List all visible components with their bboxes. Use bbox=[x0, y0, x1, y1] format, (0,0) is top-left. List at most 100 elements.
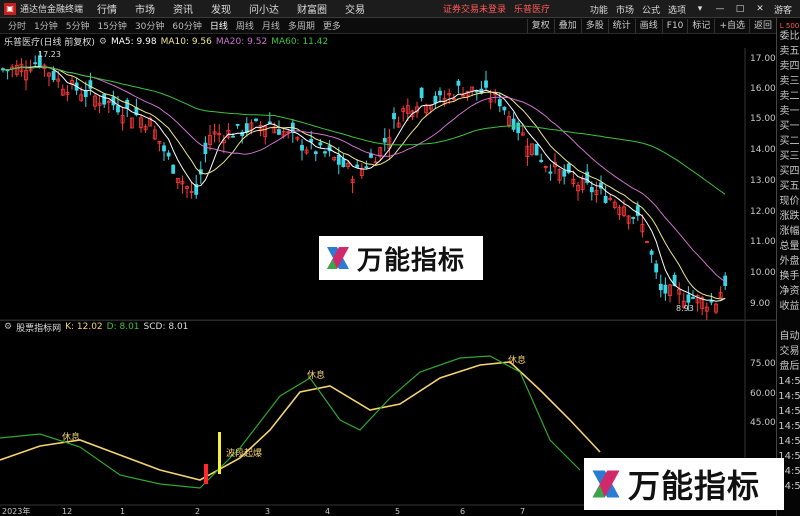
candle-body bbox=[162, 145, 166, 152]
side-panel-field: 买二 bbox=[779, 136, 800, 147]
side-panel-field: 自动 bbox=[779, 331, 800, 342]
side-panel-field: 净资 bbox=[779, 286, 800, 297]
rest-signal-label: 休息 bbox=[508, 354, 526, 366]
candle-body bbox=[709, 300, 714, 303]
price-tick: 11.00 bbox=[750, 237, 776, 247]
candle-body bbox=[539, 159, 544, 163]
candle-body bbox=[511, 118, 516, 130]
candle-body bbox=[373, 161, 378, 164]
side-panel-field: 卖五 bbox=[779, 46, 800, 57]
candle-body bbox=[502, 106, 507, 111]
indicator-title[interactable]: 股票指标网 bbox=[16, 321, 61, 334]
candle-body bbox=[166, 152, 171, 157]
indicator-y-ticks: 75.00 60.00 45.00 bbox=[750, 359, 776, 428]
price-tick: 9.00 bbox=[750, 299, 770, 309]
candle-body bbox=[382, 138, 387, 143]
d-value: D: 8.01 bbox=[106, 322, 140, 332]
side-panel-field: 14:5 bbox=[778, 436, 800, 447]
breakout-signal-label: 波段起爆 bbox=[226, 447, 262, 459]
candle-body bbox=[318, 142, 323, 146]
candle-body bbox=[33, 62, 38, 65]
indicator-panel-header: ⚙ 股票指标网 K: 12.02 D: 8.01 SCD: 8.01 bbox=[0, 320, 776, 334]
price-y-ticks: 17.00 16.00 15.00 14.00 13.00 12.00 11.0… bbox=[750, 54, 776, 309]
candlestick-group bbox=[1, 50, 728, 321]
candle-body bbox=[323, 151, 327, 154]
indicator-tick: 45.00 bbox=[750, 418, 776, 428]
candle-body bbox=[392, 113, 396, 120]
candle-body bbox=[474, 90, 479, 93]
price-tick: 14.00 bbox=[750, 145, 776, 155]
candle-body bbox=[649, 250, 654, 255]
side-panel-field: 交易 bbox=[779, 346, 800, 357]
side-panel-field: 盘后 bbox=[779, 361, 800, 372]
candle-body bbox=[484, 80, 488, 88]
breakout-yellow-bar bbox=[218, 432, 221, 474]
side-panel-field: 卖一 bbox=[779, 106, 800, 117]
side-panel-field: 外盘 bbox=[779, 256, 800, 267]
candle-body bbox=[369, 153, 373, 158]
side-panel-field: 换手 bbox=[779, 271, 800, 282]
candle-body bbox=[663, 284, 668, 294]
price-tick: 17.00 bbox=[750, 54, 776, 64]
side-panel-field: 14:5 bbox=[778, 376, 800, 387]
ma60-line bbox=[3, 66, 726, 195]
candle-body bbox=[267, 121, 272, 124]
watermark-logo-icon bbox=[592, 470, 620, 498]
side-panel-field: 涨跌 bbox=[779, 211, 800, 222]
indicator-lines-group bbox=[0, 355, 601, 489]
candle-body bbox=[516, 122, 521, 134]
x-axis-label: 3 bbox=[265, 507, 270, 516]
watermark-badge: 万能指标 bbox=[319, 236, 483, 280]
candle-body bbox=[203, 142, 208, 154]
candle-body bbox=[171, 164, 176, 174]
side-panel-field: 现价 bbox=[779, 196, 800, 207]
candle-body bbox=[277, 129, 281, 135]
candle-body bbox=[589, 187, 594, 193]
candle-body bbox=[686, 294, 691, 303]
side-panel-field: 收益 bbox=[779, 301, 800, 312]
watermark-logo-icon bbox=[327, 247, 349, 269]
side-panel-field: 买三 bbox=[779, 151, 800, 162]
indicator-tick: 75.00 bbox=[750, 359, 776, 369]
side-panel-field: 14:5 bbox=[778, 421, 800, 432]
side-panel-field: 买一 bbox=[779, 121, 800, 132]
d-line bbox=[0, 355, 581, 489]
side-panel-field: 14:5 bbox=[778, 391, 800, 402]
x-axis-label: 2 bbox=[195, 507, 200, 516]
x-axis-label: 7 bbox=[520, 507, 525, 516]
x-axis-label: 5 bbox=[395, 507, 400, 516]
price-tick: 15.00 bbox=[750, 114, 776, 124]
candle-body bbox=[691, 297, 695, 299]
candle-body bbox=[603, 195, 608, 203]
price-tick: 12.00 bbox=[750, 207, 776, 217]
candle-body bbox=[116, 105, 120, 113]
high-price-label: 17.23 bbox=[38, 50, 61, 59]
x-axis-label: 6 bbox=[460, 507, 465, 516]
watermark-badge: 万能指标 bbox=[584, 458, 784, 510]
candle-body bbox=[658, 283, 663, 291]
candle-body bbox=[235, 123, 240, 126]
candle-body bbox=[364, 166, 369, 169]
candle-body bbox=[534, 143, 539, 156]
gear-icon[interactable]: ⚙ bbox=[4, 322, 12, 332]
watermark-text: 万能指标 bbox=[628, 467, 761, 505]
candle-body bbox=[231, 135, 235, 138]
guest-label[interactable]: 游客 bbox=[774, 3, 792, 16]
price-tick: 16.00 bbox=[750, 84, 776, 94]
side-panel-field: 买五 bbox=[779, 181, 800, 192]
x-axis-label: 4 bbox=[325, 507, 330, 516]
candle-body bbox=[341, 158, 346, 168]
candle-body bbox=[497, 99, 502, 107]
candle-body bbox=[83, 90, 88, 97]
k-value: K: 12.02 bbox=[65, 322, 103, 332]
side-panel-field: 卖二 bbox=[779, 91, 800, 102]
rest-signal-label: 休息 bbox=[62, 431, 80, 443]
candle-body bbox=[102, 93, 107, 105]
side-panel-field: 委比 bbox=[779, 31, 800, 42]
side-panel-field: 总量 bbox=[779, 241, 800, 252]
candle-body bbox=[313, 151, 318, 155]
candle-body bbox=[654, 263, 659, 273]
scd-value: SCD: 8.01 bbox=[143, 322, 189, 332]
x-axis-label: 2023年 bbox=[2, 506, 30, 516]
low-price-label: 8.93 bbox=[676, 304, 694, 313]
